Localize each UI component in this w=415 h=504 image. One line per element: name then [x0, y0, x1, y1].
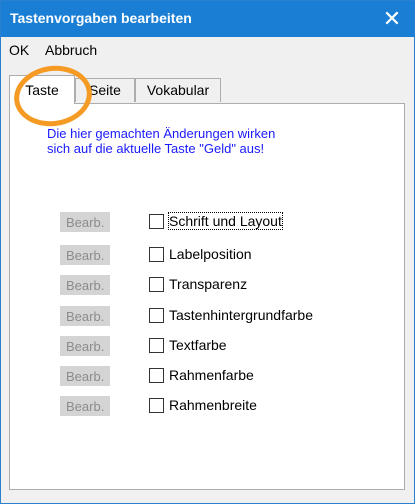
edit-button[interactable]: Bearb. [60, 275, 110, 295]
info-line-2: sich auf die aktuelle Taste "Geld" aus! [47, 141, 265, 156]
tab-label: Vokabular [146, 82, 210, 98]
option-label[interactable]: Textfarbe [169, 337, 227, 353]
checkbox[interactable] [149, 368, 164, 383]
tab-panel [9, 103, 405, 490]
window-title: Tastenvorgaben bearbeiten [10, 10, 192, 26]
option-label[interactable]: Schrift und Layout [168, 212, 283, 230]
tab-seite[interactable]: Seite [75, 78, 135, 102]
checkbox[interactable] [149, 308, 164, 323]
tab-label: Seite [89, 82, 121, 98]
tab-taste[interactable]: Taste [9, 75, 75, 104]
title-bar[interactable]: Tastenvorgaben bearbeiten ✕ [1, 1, 414, 37]
menu-ok[interactable]: OK [9, 42, 29, 58]
option-label[interactable]: Rahmenbreite [169, 397, 257, 413]
menu-cancel[interactable]: Abbruch [45, 42, 97, 58]
edit-button[interactable]: Bearb. [60, 212, 110, 232]
tab-label: Taste [25, 82, 59, 98]
dialog-window: Tastenvorgaben bearbeiten ✕ OK Abbruch T… [0, 0, 415, 504]
checkbox[interactable] [149, 214, 164, 229]
option-label[interactable]: Transparenz [169, 276, 247, 292]
checkbox[interactable] [149, 398, 164, 413]
edit-button[interactable]: Bearb. [60, 306, 110, 326]
info-text: Die hier gemachten Änderungen wirken sic… [47, 126, 377, 156]
option-label[interactable]: Labelposition [169, 246, 252, 262]
checkbox[interactable] [149, 338, 164, 353]
edit-button[interactable]: Bearb. [60, 366, 110, 386]
edit-button[interactable]: Bearb. [60, 336, 110, 356]
menu-bar: OK Abbruch [1, 37, 414, 63]
checkbox[interactable] [149, 277, 164, 292]
option-label[interactable]: Rahmenfarbe [169, 367, 254, 383]
edit-button[interactable]: Bearb. [60, 396, 110, 416]
option-label[interactable]: Tastenhintergrundfarbe [169, 307, 313, 323]
checkbox[interactable] [149, 247, 164, 262]
tab-vokabular[interactable]: Vokabular [135, 78, 221, 102]
edit-button[interactable]: Bearb. [60, 245, 110, 265]
info-line-1: Die hier gemachten Änderungen wirken [47, 126, 276, 141]
close-icon[interactable]: ✕ [370, 1, 414, 37]
